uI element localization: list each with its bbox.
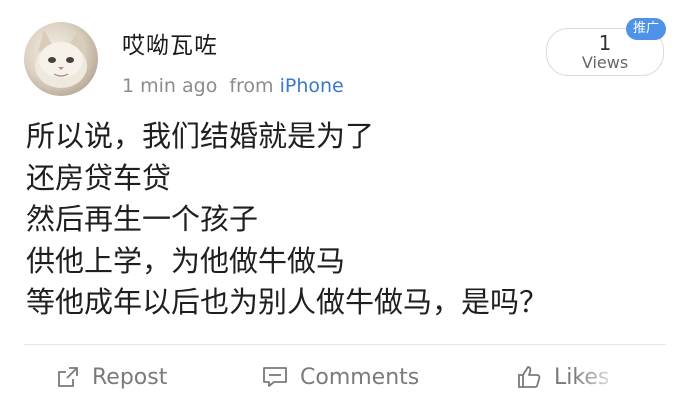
username[interactable]: 哎呦瓦咗 — [122, 26, 218, 60]
repost-icon — [56, 365, 80, 389]
repost-button[interactable]: Repost — [56, 358, 167, 396]
watermark-overlay — [574, 360, 690, 400]
post-text: 所以说，我们结婚就是为了 还房贷车贷 然后再生一个孩子 供他上学，为他做牛做马 … — [26, 116, 666, 324]
post-line: 供他上学，为他做牛做马 — [26, 243, 346, 278]
from-label: from — [229, 75, 274, 97]
repost-label: Repost — [92, 364, 168, 390]
comments-button[interactable]: Comments — [262, 358, 419, 396]
post-line: 还房贷车贷 — [26, 160, 172, 195]
post-time: 1 min ago — [122, 75, 218, 97]
post-line: 等他成年以后也为别人做牛做马，是吗？ — [26, 285, 549, 319]
post-source[interactable]: iPhone — [280, 75, 344, 97]
comments-label: Comments — [300, 364, 420, 390]
weibo-post-card: 哎呦瓦咗 1 min ago from iPhone 1 Views 推广 所以说… — [0, 0, 690, 408]
promote-badge[interactable]: 推广 — [626, 18, 666, 40]
thumbs-up-icon — [516, 364, 542, 390]
cat-avatar-icon — [35, 30, 87, 88]
post-line: 所以说，我们结婚就是为了 — [26, 119, 375, 153]
views-label: Views — [581, 53, 629, 72]
actions-divider — [24, 344, 666, 345]
user-avatar[interactable] — [24, 22, 98, 96]
post-line: 然后再生一个孩子 — [26, 202, 259, 236]
comment-icon — [262, 365, 288, 389]
post-meta: 1 min ago from iPhone — [122, 75, 344, 97]
